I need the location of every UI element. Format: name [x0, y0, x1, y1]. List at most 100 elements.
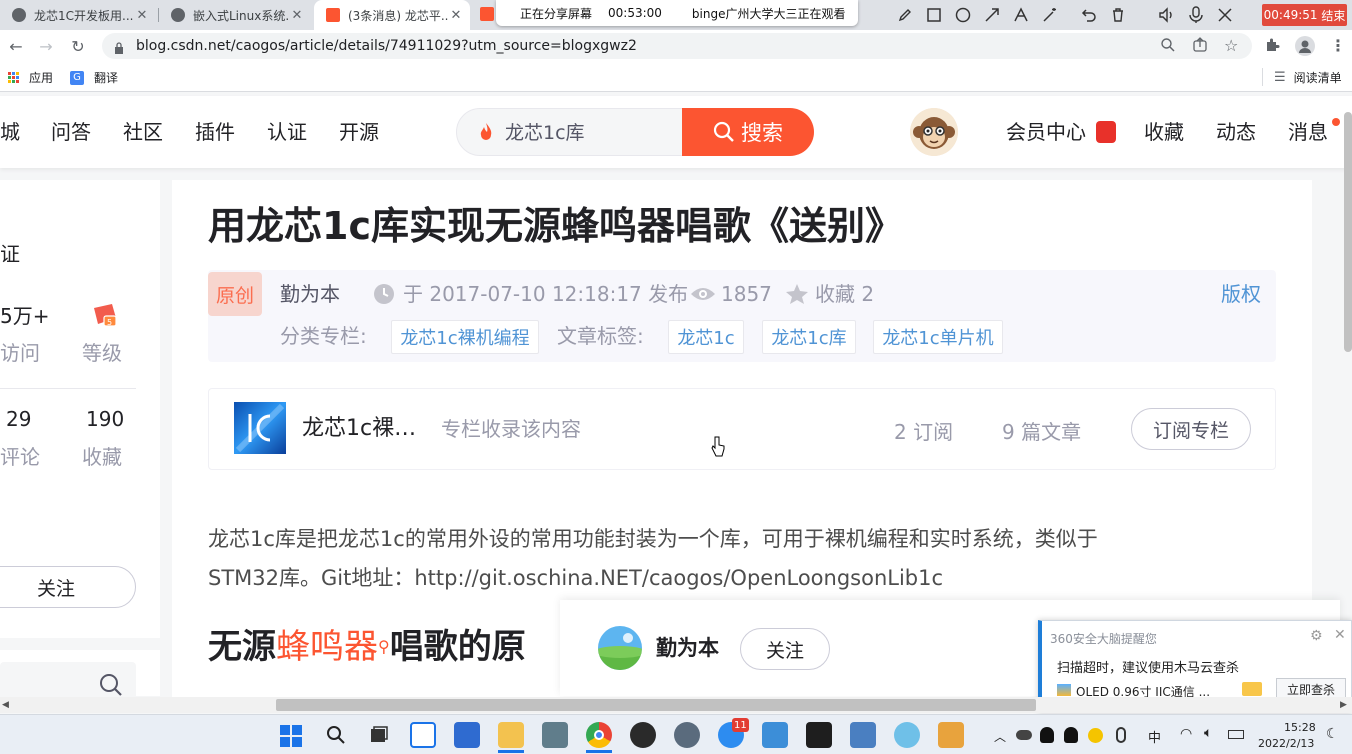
page-scrollbar[interactable]	[1344, 112, 1352, 352]
search-icon[interactable]: ⚲	[378, 637, 390, 656]
trash-icon[interactable]	[1103, 1, 1132, 29]
app-icon[interactable]	[894, 722, 920, 748]
category-tag[interactable]: 龙芯1c裸机编程	[391, 320, 539, 354]
subscribe-column-button[interactable]: 订阅专栏	[1131, 408, 1251, 450]
remote-desktop-icon[interactable]	[850, 722, 876, 748]
author-name[interactable]: 勤为本	[656, 633, 719, 663]
browser-tab-active[interactable]: (3条消息) 龙芯平... ✕	[314, 0, 470, 30]
author-link[interactable]: 勤为本	[280, 280, 340, 308]
file-explorer-icon[interactable]	[498, 722, 524, 748]
text-icon[interactable]	[1006, 1, 1035, 29]
article-tag[interactable]: 龙芯1c单片机	[873, 320, 1003, 354]
star-icon[interactable]	[785, 283, 809, 305]
battery-icon[interactable]	[1228, 730, 1244, 739]
article-tag[interactable]: 龙芯1c库	[762, 320, 856, 354]
nav-favorites[interactable]: 收藏	[1144, 118, 1184, 146]
microphone-icon[interactable]	[1181, 1, 1210, 29]
search-icon[interactable]	[98, 672, 124, 698]
scrollbar-thumb[interactable]	[276, 699, 1036, 711]
extensions-icon[interactable]	[1264, 37, 1282, 55]
vip-gift-icon[interactable]	[1096, 121, 1116, 143]
windows-start-icon[interactable]	[280, 725, 302, 747]
speaker-icon[interactable]: 🔈︎	[1204, 725, 1212, 741]
qq-icon[interactable]	[1064, 727, 1078, 743]
store-icon[interactable]	[454, 722, 480, 748]
undo-icon[interactable]	[1074, 1, 1103, 29]
app-tray-icon[interactable]	[1088, 728, 1103, 743]
browser-tab[interactable]: 嵌入式Linux系统... ✕	[159, 0, 311, 30]
close-icon[interactable]: ✕	[448, 8, 464, 23]
qq-icon[interactable]	[1040, 727, 1054, 743]
nav-item-qa[interactable]: 问答	[51, 118, 91, 146]
menu-icon[interactable]: ⋮	[1330, 36, 1346, 55]
bookmark-apps[interactable]: 应用	[8, 69, 53, 86]
rectangle-icon[interactable]	[919, 1, 948, 29]
terminal-icon[interactable]	[806, 722, 832, 748]
star-bookmark-icon[interactable]: ☆	[1224, 36, 1238, 55]
follow-button[interactable]: 关注	[0, 566, 136, 608]
settings-icon[interactable]	[674, 722, 700, 748]
follow-button[interactable]: 关注	[740, 628, 830, 670]
author-avatar[interactable]	[598, 626, 642, 670]
end-share-button[interactable]: 00:49:51 结束	[1262, 4, 1347, 26]
article-tag[interactable]: 龙芯1c	[668, 320, 744, 354]
bookmark-translate[interactable]: G 翻译	[70, 69, 118, 86]
magic-wand-icon[interactable]	[1035, 1, 1064, 29]
avatar[interactable]	[910, 108, 958, 156]
close-icon[interactable]	[1210, 1, 1239, 29]
column-cover-image[interactable]	[234, 402, 286, 454]
pen-icon[interactable]	[890, 1, 919, 29]
column-name[interactable]: 龙芯1c裸…	[302, 414, 416, 444]
nav-item-opensource[interactable]: 开源	[339, 118, 379, 146]
browser-tab[interactable]: 龙芯1C开发板用... ✕	[0, 0, 156, 30]
profile-icon[interactable]	[1295, 36, 1315, 56]
clock-time[interactable]: 15:28	[1284, 721, 1316, 734]
arrow-icon[interactable]	[977, 1, 1006, 29]
search-button[interactable]: 搜索	[682, 108, 814, 156]
share-icon[interactable]	[1192, 37, 1210, 55]
widgets-icon[interactable]	[410, 722, 436, 748]
circle-icon[interactable]	[948, 1, 977, 29]
notification-moon-icon[interactable]: ☾	[1326, 726, 1339, 742]
nav-item-certification[interactable]: 认证	[267, 118, 307, 146]
url-text[interactable]: blog.csdn.net/caogos/article/details/749…	[136, 36, 637, 56]
nav-activity[interactable]: 动态	[1216, 118, 1256, 146]
close-icon[interactable]: ✕	[1334, 627, 1346, 643]
clock-date[interactable]: 2022/2/13	[1258, 737, 1314, 750]
nav-item-community[interactable]: 社区	[123, 118, 163, 146]
app-icon[interactable]	[630, 722, 656, 748]
close-icon[interactable]: ✕	[289, 8, 305, 23]
speaker-icon[interactable]	[1152, 1, 1181, 29]
back-icon[interactable]: ←	[6, 36, 26, 56]
search-icon[interactable]	[323, 722, 349, 748]
task-view-icon[interactable]	[366, 722, 392, 748]
close-icon[interactable]: ✕	[134, 8, 150, 23]
forward-icon[interactable]: →	[36, 36, 56, 56]
folder-icon[interactable]	[1242, 682, 1262, 696]
app-icon[interactable]	[542, 722, 568, 748]
chevron-up-icon[interactable]: ︿	[994, 728, 1006, 745]
gear-icon[interactable]: ⚙	[1310, 628, 1323, 644]
nav-vip-center[interactable]: 会员中心	[1006, 118, 1086, 146]
scroll-left-icon[interactable]: ◀	[2, 700, 9, 710]
wifi-icon[interactable]: ◠	[1180, 726, 1192, 742]
nav-item-plugins[interactable]: 插件	[195, 118, 235, 146]
nav-messages[interactable]: 消息	[1288, 118, 1328, 146]
keyword-link[interactable]: 蜂鸣器	[276, 627, 378, 667]
zoom-icon[interactable]	[1160, 37, 1178, 55]
ime-indicator[interactable]: 中	[1148, 727, 1161, 746]
search-text[interactable]: 龙芯1c库	[505, 119, 585, 147]
cloud-icon[interactable]	[1016, 730, 1032, 740]
scroll-right-icon[interactable]: ▶	[1340, 700, 1347, 710]
reload-icon[interactable]: ↻	[68, 36, 88, 56]
app-icon[interactable]	[938, 722, 964, 748]
copyright-link[interactable]: 版权	[1221, 280, 1261, 308]
chrome-icon[interactable]	[586, 722, 612, 748]
microphone-icon[interactable]	[1116, 727, 1126, 743]
csdn-favicon-icon[interactable]	[480, 7, 494, 21]
nav-item-shop[interactable]: 城	[0, 118, 20, 146]
favorite-count[interactable]: 收藏 2	[815, 280, 874, 308]
app-icon[interactable]	[762, 722, 788, 748]
lock-icon[interactable]	[114, 39, 124, 54]
reading-list[interactable]: ☰ 阅读清单	[1274, 69, 1342, 86]
